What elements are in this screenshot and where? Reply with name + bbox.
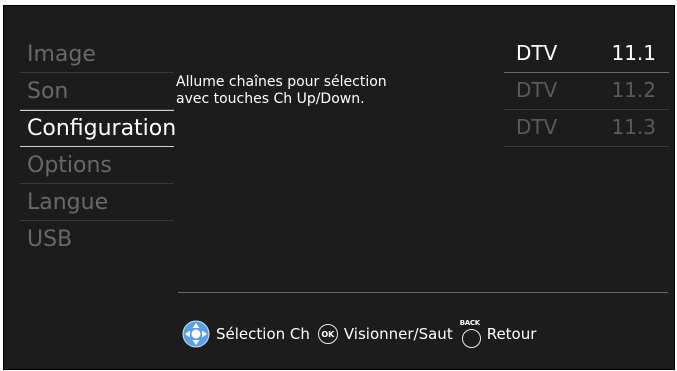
channel-divider bbox=[504, 146, 669, 147]
footer-help-bar: Sélection Ch OK Visionner/Saut BACK Reto… bbox=[182, 319, 544, 349]
menu-item-configuration[interactable]: Configuration bbox=[14, 110, 177, 147]
dpad-icon bbox=[182, 320, 210, 348]
return-label: Retour bbox=[486, 325, 537, 343]
channel-type: DTV bbox=[516, 115, 558, 139]
channel-list: DTV 11.1 DTV 11.2 DTV 11.3 bbox=[504, 36, 669, 147]
channel-number: 11.1 bbox=[611, 41, 656, 65]
menu-item-son[interactable]: Son bbox=[14, 73, 174, 110]
back-icon-text: BACK bbox=[459, 319, 480, 327]
channel-type: DTV bbox=[516, 78, 558, 102]
help-description-line: avec touches Ch Up/Down. bbox=[176, 91, 365, 107]
tv-setup-screen: Image Son Configuration Options Langue U… bbox=[3, 5, 675, 370]
channel-row[interactable]: DTV 11.2 bbox=[504, 73, 669, 110]
channel-row[interactable]: DTV 11.3 bbox=[504, 110, 669, 147]
menu-item-label: Options bbox=[27, 153, 112, 178]
menu-item-image[interactable]: Image bbox=[14, 36, 174, 73]
help-description-line: Allume chaînes pour sélection bbox=[176, 74, 387, 90]
menu-item-usb[interactable]: USB bbox=[14, 221, 174, 258]
channel-number: 11.3 bbox=[611, 115, 656, 139]
footer-divider bbox=[178, 292, 668, 293]
help-description: Allume chaînes pour sélection avec touch… bbox=[176, 74, 476, 108]
back-button-icon: BACK bbox=[459, 319, 481, 348]
channel-number: 11.2 bbox=[611, 78, 656, 102]
channel-type: DTV bbox=[516, 41, 558, 65]
menu-item-label: Son bbox=[27, 79, 69, 104]
menu-item-options[interactable]: Options bbox=[14, 147, 174, 184]
ok-button-icon: OK bbox=[317, 324, 338, 344]
menu-item-langue[interactable]: Langue bbox=[14, 184, 174, 221]
menu-item-label: Langue bbox=[27, 190, 109, 215]
menu-item-label: Configuration bbox=[27, 116, 177, 141]
menu-item-label: USB bbox=[27, 227, 73, 252]
back-icon-circle bbox=[461, 329, 481, 348]
view-skip-label: Visionner/Saut bbox=[343, 325, 453, 343]
channel-row[interactable]: DTV 11.1 bbox=[504, 36, 669, 73]
menu-item-label: Image bbox=[27, 42, 96, 67]
main-menu: Image Son Configuration Options Langue U… bbox=[14, 36, 177, 258]
select-channel-label: Sélection Ch bbox=[216, 325, 310, 343]
